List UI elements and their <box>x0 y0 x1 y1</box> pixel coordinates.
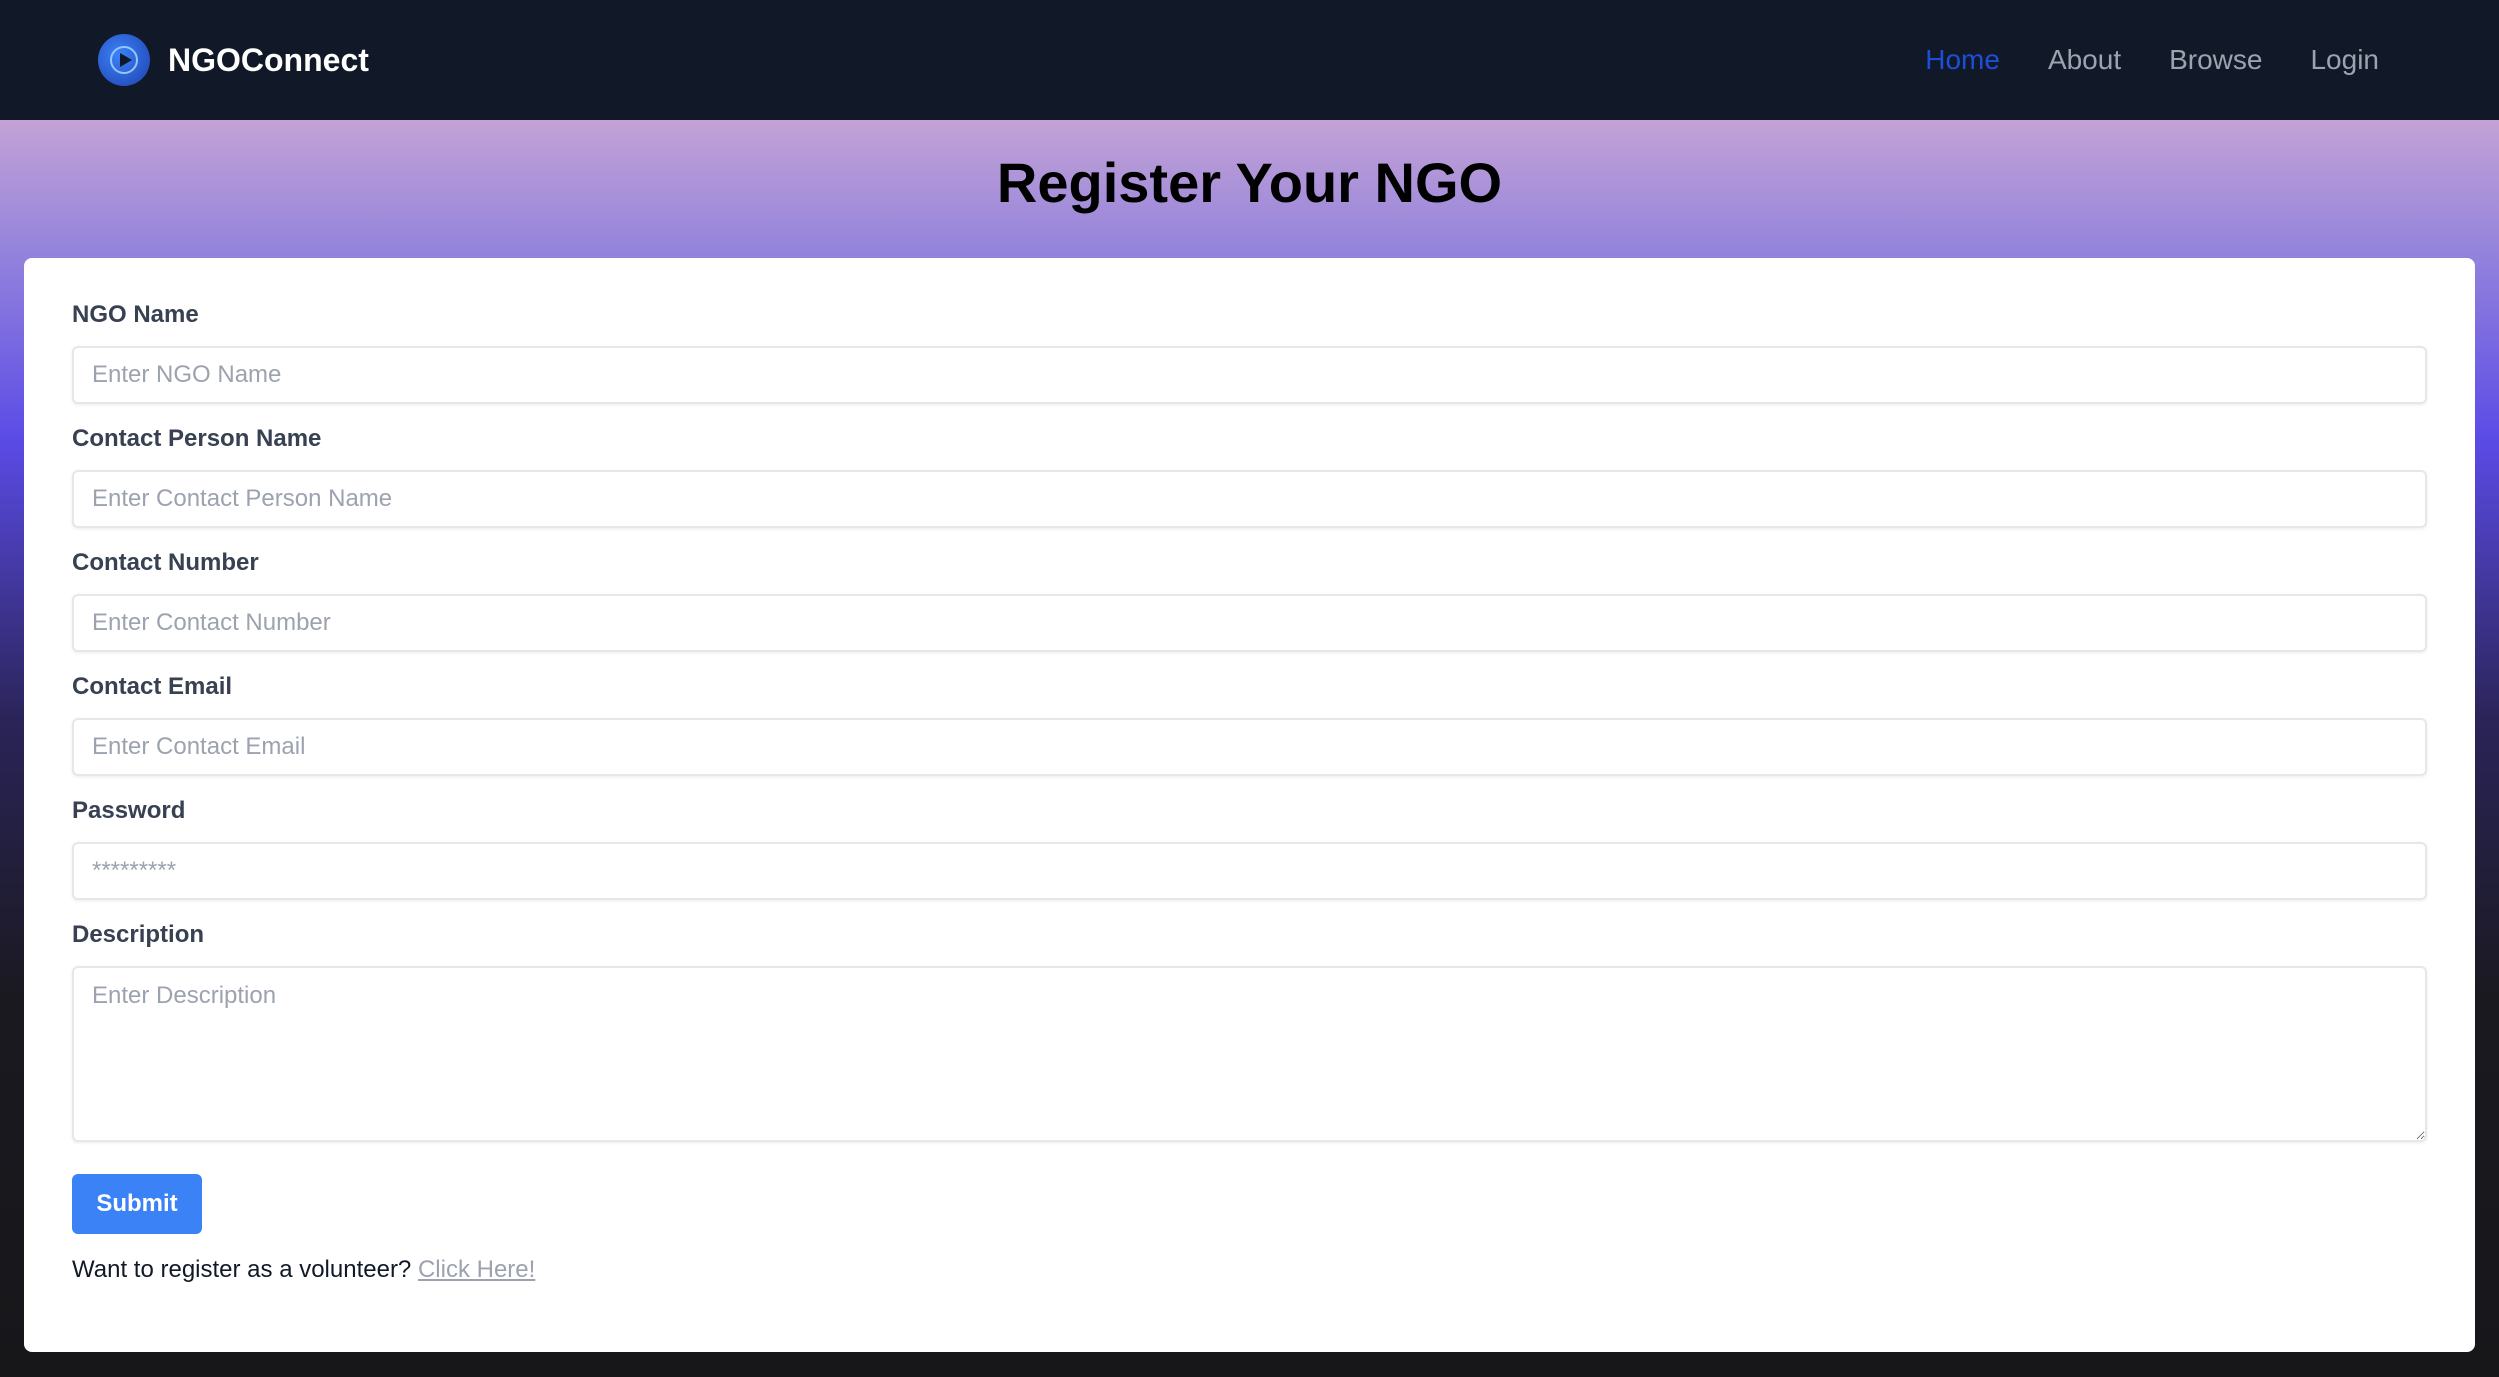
password-input[interactable] <box>72 842 2427 900</box>
play-circle-icon <box>98 34 150 86</box>
contact-number-label: Contact Number <box>72 549 259 576</box>
contact-number-input[interactable] <box>72 594 2427 652</box>
nav-link-home[interactable]: Home <box>1925 44 2000 76</box>
ngo-name-input[interactable] <box>72 346 2427 404</box>
contact-person-input[interactable] <box>72 470 2427 528</box>
nav-link-login[interactable]: Login <box>2310 44 2379 76</box>
field-contact-number: Contact Number <box>72 546 2427 652</box>
submit-button[interactable]: Submit <box>72 1174 202 1234</box>
contact-email-label: Contact Email <box>72 673 233 700</box>
field-ngo-name: NGO Name <box>72 298 2427 404</box>
nav-link-browse[interactable]: Browse <box>2169 44 2262 76</box>
field-password: Password <box>72 794 2427 900</box>
navbar: NGOConnect Home About Browse Login <box>0 0 2499 120</box>
volunteer-prompt: Want to register as a volunteer? Click H… <box>72 1256 2427 1284</box>
page-title: Register Your NGO <box>996 151 1503 214</box>
password-label: Password <box>72 797 186 824</box>
nav-links: Home About Browse Login <box>1925 44 2379 76</box>
nav-link-about[interactable]: About <box>2048 44 2121 76</box>
field-description: Description <box>72 918 2427 1142</box>
volunteer-prompt-text: Want to register as a volunteer? <box>72 1256 412 1283</box>
volunteer-register-link[interactable]: Click Here! <box>418 1256 535 1283</box>
brand[interactable]: NGOConnect <box>98 34 369 86</box>
contact-email-input[interactable] <box>72 718 2427 776</box>
registration-form: NGO Name Contact Person Name Contact Num… <box>24 258 2475 1352</box>
field-contact-person: Contact Person Name <box>72 422 2427 528</box>
description-label: Description <box>72 921 205 948</box>
contact-person-label: Contact Person Name <box>72 425 322 452</box>
brand-name: NGOConnect <box>168 41 369 78</box>
ngo-name-label: NGO Name <box>72 301 199 328</box>
description-textarea[interactable] <box>72 966 2427 1142</box>
field-contact-email: Contact Email <box>72 670 2427 776</box>
